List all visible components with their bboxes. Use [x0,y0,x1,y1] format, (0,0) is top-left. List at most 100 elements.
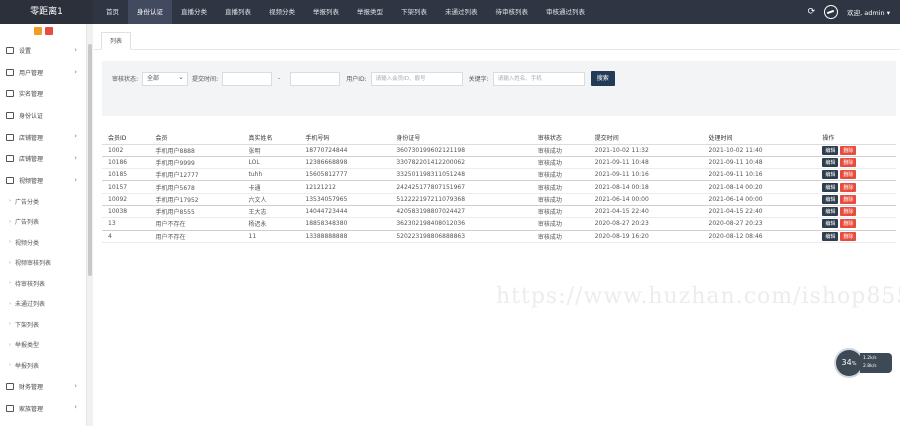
edit-button[interactable]: 编辑 [822,170,839,180]
edit-button[interactable]: 编辑 [822,157,839,167]
table-cell: 2021-06-14 00:00 [588,193,703,206]
keyword-input[interactable]: 请输入姓名、手机 [492,71,585,86]
records-table: 会员ID 会员 真实姓名 手机号码 身份证号 审核状态 提交时间 处理时间 操作 1002 手机用… [102,131,896,243]
sidebar-subitem[interactable]: › 举报列表 [0,355,86,376]
topnav-item[interactable]: 直播列表 [216,0,260,24]
topnav-item[interactable]: 审核通过列表 [537,0,594,24]
sidebar-item[interactable]: 家族管理 › [0,397,86,419]
table-cell: tuhh [242,168,300,182]
sidebar-shortcuts [0,24,86,40]
sidebar-subitem[interactable]: › 未通过列表 [0,294,86,315]
sidebar-subitem[interactable]: › 广告列表 [0,212,86,233]
top-right-tools: ⟳ 欢迎, admin ▾ [808,0,890,24]
column-header: 真实姓名 [242,131,300,145]
search-button[interactable]: 搜索 [590,71,615,86]
table-header-row: 会员ID 会员 真实姓名 手机号码 身份证号 审核状态 提交时间 处理时间 操作 [102,131,896,145]
table-cell: 10038 [102,205,150,219]
app-logo-title[interactable]: 零距离1 [0,0,93,24]
table-cell: 手机用户8555 [149,205,243,219]
topnav-item[interactable]: 视频分类 [260,0,304,24]
top-bar: 零距离1 首页 身份认证 直播分类 直播列表 视频分类 举报列表 举报类型 下架列表 未通过列表… [0,0,900,24]
filter-panel: 审核状态: 全部 提交时间: - 用户ID: 请输入会员ID、靓号 关键字: 请… [102,61,896,116]
status-select[interactable]: 全部 [142,71,189,86]
delete-button[interactable]: 删除 [840,145,857,155]
table-cell: 2021-08-14 00:20 [702,180,817,194]
column-header: 提交时间 [588,131,703,145]
end-time-input[interactable] [290,71,341,86]
delete-button[interactable]: 删除 [840,170,857,180]
download-speed: 2.8k/s [863,364,877,369]
home-shortcut-icon[interactable] [33,27,42,35]
sidebar-item[interactable]: 店铺管理 › [0,148,86,170]
sidebar-subitem[interactable]: › 视频审核列表 [0,253,86,274]
sidebar-item[interactable]: 设置 › [0,40,86,62]
table-actions: 编辑 删除 [816,217,896,231]
table-actions: 编辑 删除 [816,180,896,194]
table-cell: 用户不存在 [149,217,243,231]
table-cell: 手机用户5678 [149,180,243,194]
topnav-item[interactable]: 未通过列表 [436,0,487,24]
delete-button[interactable]: 删除 [840,194,857,204]
sidebar-subitem[interactable]: › 下架列表 [0,314,86,335]
sidebar-subitem[interactable]: › 视频分类 [0,232,86,253]
sidebar-item[interactable]: 视频管理 › [0,170,86,192]
sidebar-item[interactable]: 用户管理 › [0,62,86,84]
delete-button[interactable]: 删除 [840,207,857,217]
id-icon [6,90,14,98]
chevron-right-icon: › [74,175,77,184]
delete-shortcut-icon[interactable] [44,27,53,35]
chevron-right-icon: › [9,362,11,369]
table-cell: 18858348380 [299,217,391,231]
delete-button[interactable]: 删除 [840,182,857,192]
topnav-item[interactable]: 举报类型 [348,0,392,24]
chevron-right-icon: › [9,280,11,287]
edit-button[interactable]: 编辑 [822,145,839,155]
table-cell: 审核成功 [531,193,589,206]
finance-icon [6,382,14,390]
edit-button[interactable]: 编辑 [822,231,839,241]
topnav-item[interactable]: 待审核列表 [487,0,538,24]
table-row: 1002 手机用户8888 张明 18770724844 360730199602121… [102,144,896,157]
edit-button[interactable]: 编辑 [822,182,839,192]
edit-button[interactable]: 编辑 [822,207,839,217]
sidebar-item[interactable]: 财务管理 › [0,376,86,398]
sidebar-subitem[interactable]: › 广告分类 [0,191,86,212]
uid-input[interactable]: 请输入会员ID、靓号 [370,71,463,86]
sidebar-subitem-label: 下架列表 [15,321,40,329]
table-cell: 六文人 [242,193,300,206]
sidebar-subitem[interactable]: › 举报类型 [0,335,86,356]
column-header: 操作 [816,131,896,145]
start-time-input[interactable] [222,71,273,86]
topnav-item[interactable]: 举报列表 [304,0,348,24]
chevron-right-icon: › [9,198,11,205]
topnav-item[interactable]: 下架列表 [392,0,436,24]
topnav-item[interactable]: 首页 [97,0,128,24]
edit-button[interactable]: 编辑 [822,219,839,229]
topnav-item[interactable]: 直播分类 [172,0,216,24]
delete-button[interactable]: 删除 [840,219,857,229]
avatar-icon[interactable] [824,5,839,19]
sidebar-item[interactable]: 店铺管理 › [0,126,86,148]
sidebar-item[interactable]: 实名管理 [0,83,86,105]
table-cell: 15605812777 [299,168,391,182]
table-cell: 2021-04-15 22:40 [588,205,703,219]
sidebar-item[interactable]: 身份认证 [0,105,86,127]
delete-button[interactable]: 删除 [840,157,857,167]
edit-button[interactable]: 编辑 [822,194,839,204]
refresh-icon[interactable]: ⟳ [808,7,816,17]
chevron-right-icon: › [9,218,11,225]
speed-widget[interactable]: 34% [836,350,862,376]
table-cell: 13 [102,217,150,231]
uid-label: 用户ID: [346,76,367,83]
sidebar-subitem[interactable]: › 待审核列表 [0,273,86,294]
chevron-right-icon: › [9,239,11,246]
table-row: 10092 手机用户17952 六文人 13534057965 512222197211… [102,193,896,206]
sidebar-scrollbar-thumb[interactable] [88,44,92,276]
table-cell: 2021-09-11 10:16 [702,168,817,182]
delete-button[interactable]: 删除 [840,231,857,241]
topnav-item[interactable]: 身份认证 [128,0,172,24]
speed-detail: 1.2k/s 2.8k/s [860,353,892,373]
user-menu[interactable]: 欢迎, admin ▾ [847,7,890,17]
tab-list[interactable]: 列表 [101,32,132,50]
table-cell: 审核成功 [531,205,589,219]
